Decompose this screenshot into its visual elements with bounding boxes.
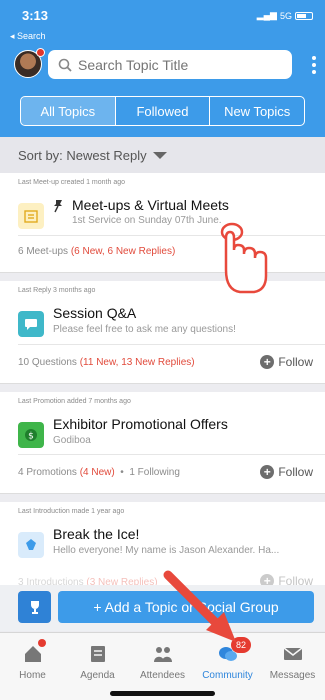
sort-dropdown[interactable]: Sort by: Newest Reply xyxy=(0,137,325,173)
network-label: 5G xyxy=(279,10,292,21)
tab-label: Attendees xyxy=(139,670,186,681)
topic-card-meetups[interactable]: Last Meet-up created 1 month ago Meet-up… xyxy=(0,173,325,273)
tab-community[interactable]: 82 Community xyxy=(195,633,260,700)
tab-home[interactable]: Home xyxy=(0,633,65,700)
follow-label: Follow xyxy=(278,465,313,479)
card-meta: Last Promotion added 7 months ago xyxy=(18,398,131,405)
topic-card-session-qa[interactable]: Last Reply 3 months ago Session Q&A Plea… xyxy=(0,281,325,384)
tab-bar: Home Agenda Attendees 82 Community Messa… xyxy=(0,632,325,700)
chat-icon xyxy=(18,311,44,337)
topic-filter-segments: All Topics Followed New Topics xyxy=(20,96,305,126)
svg-text:$: $ xyxy=(28,432,34,442)
plus-icon: + xyxy=(260,465,275,479)
card-title: Meet-ups & Virtual Meets xyxy=(72,197,229,213)
plus-icon: + xyxy=(260,355,275,369)
sort-label: Sort by: Newest Reply xyxy=(18,147,147,163)
signal-icon: ▂▄▆ xyxy=(256,10,277,20)
follow-button[interactable]: + Follow xyxy=(260,465,313,479)
divider xyxy=(18,344,325,345)
card-subtitle: Godiboa xyxy=(53,435,91,446)
tab-messages[interactable]: Messages xyxy=(260,633,325,700)
more-options-icon[interactable] xyxy=(311,54,317,76)
calendar-icon xyxy=(18,203,44,229)
separator-dot: • xyxy=(117,467,127,478)
card-title: Break the Ice! xyxy=(53,526,140,542)
pin-icon xyxy=(54,200,62,213)
community-badge: 82 xyxy=(231,637,251,653)
search-icon xyxy=(58,58,72,72)
following-count: 1 Following xyxy=(129,467,180,478)
card-title: Session Q&A xyxy=(53,305,137,321)
follow-label: Follow xyxy=(278,355,313,369)
home-notification-dot xyxy=(38,639,46,647)
notification-dot xyxy=(36,48,45,57)
card-count: 6 Meet-ups xyxy=(18,246,69,257)
tab-followed[interactable]: Followed xyxy=(116,97,211,125)
back-to-search-link[interactable]: ◂ Search xyxy=(10,31,46,42)
search-box[interactable] xyxy=(48,50,292,79)
card-meta: Last Reply 3 months ago xyxy=(18,287,96,294)
status-time: 3:13 xyxy=(22,8,49,23)
caret-down-icon xyxy=(152,151,167,159)
action-row: + Add a Topic or Social Group xyxy=(0,585,325,631)
card-count: 4 Promotions xyxy=(18,467,77,478)
attendees-icon xyxy=(153,647,172,662)
card-title: Exhibitor Promotional Offers xyxy=(53,416,228,432)
card-new-count: (6 New, 6 New Replies) xyxy=(70,246,176,257)
messages-icon xyxy=(283,647,302,660)
tab-label: Community xyxy=(202,670,253,681)
card-subtitle: 1st Service on Sunday 07th June. xyxy=(72,215,222,226)
card-new-count: (4 New) xyxy=(79,467,115,478)
divider xyxy=(18,235,325,236)
search-row xyxy=(14,48,319,80)
status-indicators: ▂▄▆ 5G xyxy=(257,10,313,21)
header: 3:13 ▂▄▆ 5G ◂ Search All Topics Followe xyxy=(0,0,325,137)
divider xyxy=(18,454,325,455)
card-meta: Last Meet-up created 1 month ago xyxy=(18,179,126,186)
card-subtitle: Hello everyone! My name is Jason Alexand… xyxy=(53,545,280,556)
card-meta: Last Introduction made 1 year ago xyxy=(18,508,125,515)
tab-label: Agenda xyxy=(80,670,115,681)
community-screen: 3:13 ▂▄▆ 5G ◂ Search All Topics Followe xyxy=(0,0,325,700)
home-indicator xyxy=(110,691,215,696)
topic-card-break-the-ice[interactable]: Last Introduction made 1 year ago Break … xyxy=(0,502,325,592)
status-bar: 3:13 ▂▄▆ 5G xyxy=(0,0,325,24)
tab-new-topics[interactable]: New Topics xyxy=(210,97,304,125)
tab-label: Messages xyxy=(269,670,316,681)
card-subtitle: Please feel free to ask me any questions… xyxy=(53,324,236,335)
card-footer: 4 Promotions (4 New) • 1 Following xyxy=(18,467,180,478)
follow-button[interactable]: + Follow xyxy=(260,355,313,369)
tab-agenda[interactable]: Agenda xyxy=(65,633,130,700)
tab-attendees[interactable]: Attendees xyxy=(130,633,195,700)
add-topic-button[interactable]: + Add a Topic or Social Group xyxy=(58,591,314,623)
trophy-icon xyxy=(30,601,39,614)
tab-label: Home xyxy=(19,670,46,681)
agenda-icon xyxy=(90,646,105,662)
topic-card-promotions[interactable]: Last Promotion added 7 months ago $ Exhi… xyxy=(0,392,325,494)
card-new-count: (11 New, 13 New Replies) xyxy=(79,357,195,368)
search-input[interactable] xyxy=(78,56,278,73)
card-footer: 6 Meet-ups (6 New, 6 New Replies) xyxy=(18,246,175,257)
dollar-icon: $ xyxy=(18,422,44,448)
tab-all-topics[interactable]: All Topics xyxy=(21,97,116,125)
battery-icon xyxy=(295,11,313,20)
card-footer: 10 Questions (11 New, 13 New Replies) xyxy=(18,357,195,368)
card-count: 10 Questions xyxy=(18,357,77,368)
ice-icon xyxy=(18,532,44,558)
trophy-button[interactable] xyxy=(18,591,51,623)
